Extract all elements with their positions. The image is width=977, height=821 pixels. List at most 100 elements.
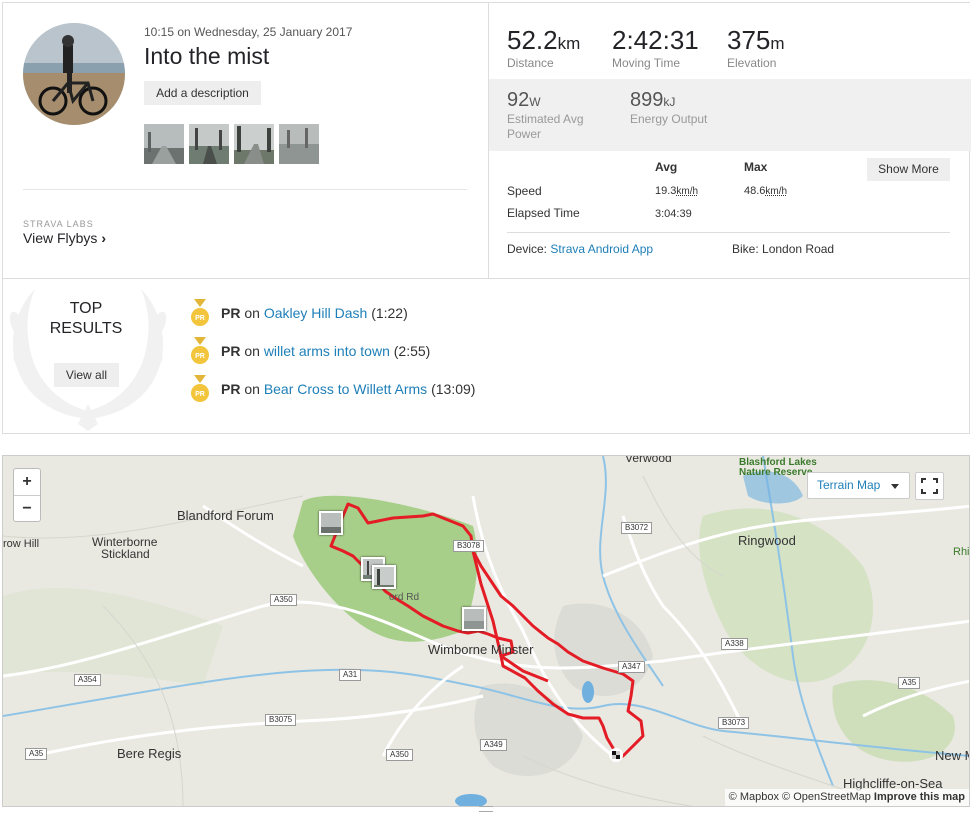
max-header: Max	[744, 160, 768, 174]
place-label: Nature Reserve	[739, 467, 813, 478]
road-shield: A349	[480, 739, 507, 751]
activity-datetime: 10:15 on Wednesday, 25 January 2017	[144, 25, 353, 39]
expand-icon	[921, 478, 938, 494]
pr-badge-text: PR	[221, 305, 241, 321]
list-item: PR PR on Bear Cross to Willett Arms (13:…	[191, 375, 591, 403]
view-flybys-link[interactable]: View Flybys ›	[23, 230, 106, 246]
place-label: Ringwood	[738, 533, 796, 548]
athlete-avatar[interactable]	[23, 23, 125, 125]
distance-value: 52.2	[507, 25, 558, 55]
power-value: 92	[507, 89, 530, 111]
map-resize-handle[interactable]	[479, 806, 493, 812]
place-label: New M	[935, 748, 969, 763]
power-label-line2: Power	[507, 127, 542, 141]
place-label: Stickland	[101, 547, 150, 561]
road-shield: A354	[74, 674, 101, 686]
road-shield: B3073	[718, 717, 750, 729]
place-label: Blandford Forum	[177, 508, 274, 523]
list-item: PR PR on Oakley Hill Dash (1:22)	[191, 299, 591, 327]
add-description-button[interactable]: Add a description	[144, 81, 261, 105]
segment-link[interactable]: willet arms into town	[264, 343, 390, 359]
elapsed-value: 3:04:39	[655, 208, 692, 220]
energy-unit: kJ	[663, 95, 676, 109]
distance-unit: km	[557, 34, 581, 53]
zoom-control: + −	[13, 468, 41, 522]
road-shield: A338	[721, 638, 748, 650]
speed-avg: 19.3km/h	[655, 185, 698, 197]
pr-on-text: on	[244, 305, 260, 321]
map-photo-marker[interactable]	[372, 565, 396, 589]
improve-map-link[interactable]: Improve this map	[874, 791, 965, 803]
map-photo-marker[interactable]	[319, 511, 343, 535]
osm-attribution-link[interactable]: © OpenStreetMap	[782, 791, 871, 803]
avg-header: Avg	[655, 160, 678, 174]
primary-stats: 52.2km Distance 2:42:31 Moving Time 375m…	[489, 3, 971, 79]
top-results-section: TOP RESULTS View all PR PR on Oakley Hil…	[2, 278, 970, 434]
list-item: PR PR on willet arms into town (2:55)	[191, 337, 591, 365]
route-map[interactable]: Blandford Forum Winterborne Stickland Ri…	[2, 455, 970, 807]
view-flybys-label: View Flybys	[23, 230, 98, 246]
speed-unit: km/h	[676, 186, 699, 197]
device-label: Device:	[507, 242, 548, 256]
moving-time-value: 2:42:31	[612, 25, 699, 55]
device-link[interactable]: Strava Android App	[550, 242, 653, 256]
photo-thumbnail[interactable]	[279, 124, 319, 164]
elevation-unit: m	[770, 34, 785, 53]
strava-labs-label: STRAVA LABS	[23, 219, 94, 229]
place-label: row Hill	[3, 538, 40, 550]
speed-label: Speed	[507, 184, 542, 198]
caret-down-icon	[891, 484, 899, 489]
map-photo-marker[interactable]	[462, 607, 486, 631]
power-label-line1: Estimated Avg	[507, 112, 584, 126]
activity-stats: 52.2km Distance 2:42:31 Moving Time 375m…	[488, 3, 971, 279]
speed-avg-value: 19.3	[655, 185, 677, 197]
zoom-out-button[interactable]: −	[14, 495, 40, 521]
photo-thumbnail[interactable]	[144, 124, 184, 164]
pr-time: (13:09)	[431, 381, 476, 397]
bike-info: Bike: London Road	[732, 242, 834, 256]
finish-flag-icon	[609, 748, 623, 762]
bike-value: London Road	[762, 242, 835, 256]
pr-medal-icon: PR	[191, 299, 209, 326]
more-stats: Avg Max Show More Speed 19.3km/h 48.6km/…	[489, 151, 971, 279]
pr-time: (2:55)	[393, 343, 431, 359]
speed-max: 48.6km/h	[744, 185, 787, 197]
show-more-button[interactable]: Show More	[867, 158, 950, 181]
photo-thumbnail[interactable]	[189, 124, 229, 164]
pr-medal-icon: PR	[191, 375, 209, 402]
secondary-stats: 92W Estimated Avg Power 899kJ Energy Out…	[489, 79, 971, 151]
distance-label: Distance	[507, 56, 554, 70]
speed-max-value: 48.6	[744, 185, 766, 197]
top-results-heading: TOP RESULTS	[33, 299, 139, 339]
segment-link[interactable]: Oakley Hill Dash	[264, 305, 367, 321]
mapbox-attribution-link[interactable]: © Mapbox	[729, 791, 779, 803]
pr-on-text: on	[244, 381, 260, 397]
map-type-label: Terrain Map	[817, 478, 881, 492]
elapsed-label: Elapsed Time	[507, 206, 580, 220]
elevation-value: 375	[727, 25, 771, 55]
stat-elevation: 375m Elevation	[727, 25, 785, 70]
stat-distance: 52.2km Distance	[507, 25, 580, 70]
top-results-line2: RESULTS	[49, 320, 123, 337]
pr-badge-text: PR	[221, 343, 241, 359]
place-label: Wimborne Minster	[428, 642, 534, 657]
photo-thumbnail[interactable]	[234, 124, 274, 164]
zoom-in-button[interactable]: +	[14, 469, 40, 495]
road-shield: A35	[898, 677, 921, 689]
fullscreen-button[interactable]	[915, 472, 944, 500]
road-shield: A35	[25, 748, 48, 760]
map-type-dropdown[interactable]: Terrain Map	[807, 472, 910, 499]
segment-link[interactable]: Bear Cross to Willett Arms	[264, 381, 427, 397]
view-all-button[interactable]: View all	[54, 363, 119, 387]
stat-moving-time: 2:42:31 Moving Time	[612, 25, 699, 70]
road-shield: A347	[618, 661, 645, 673]
svg-text:PR: PR	[195, 315, 205, 322]
stat-power: 92W Estimated Avg Power	[507, 89, 584, 142]
activity-title[interactable]: Into the mist	[144, 43, 269, 70]
activity-header: 10:15 on Wednesday, 25 January 2017 Into…	[3, 3, 488, 279]
top-results-line1: TOP	[69, 300, 103, 317]
place-label: Bere Regis	[117, 746, 182, 761]
road-shield: B3075	[265, 714, 297, 726]
road-shield: B3072	[621, 522, 653, 534]
place-label: Rhi	[953, 546, 970, 558]
